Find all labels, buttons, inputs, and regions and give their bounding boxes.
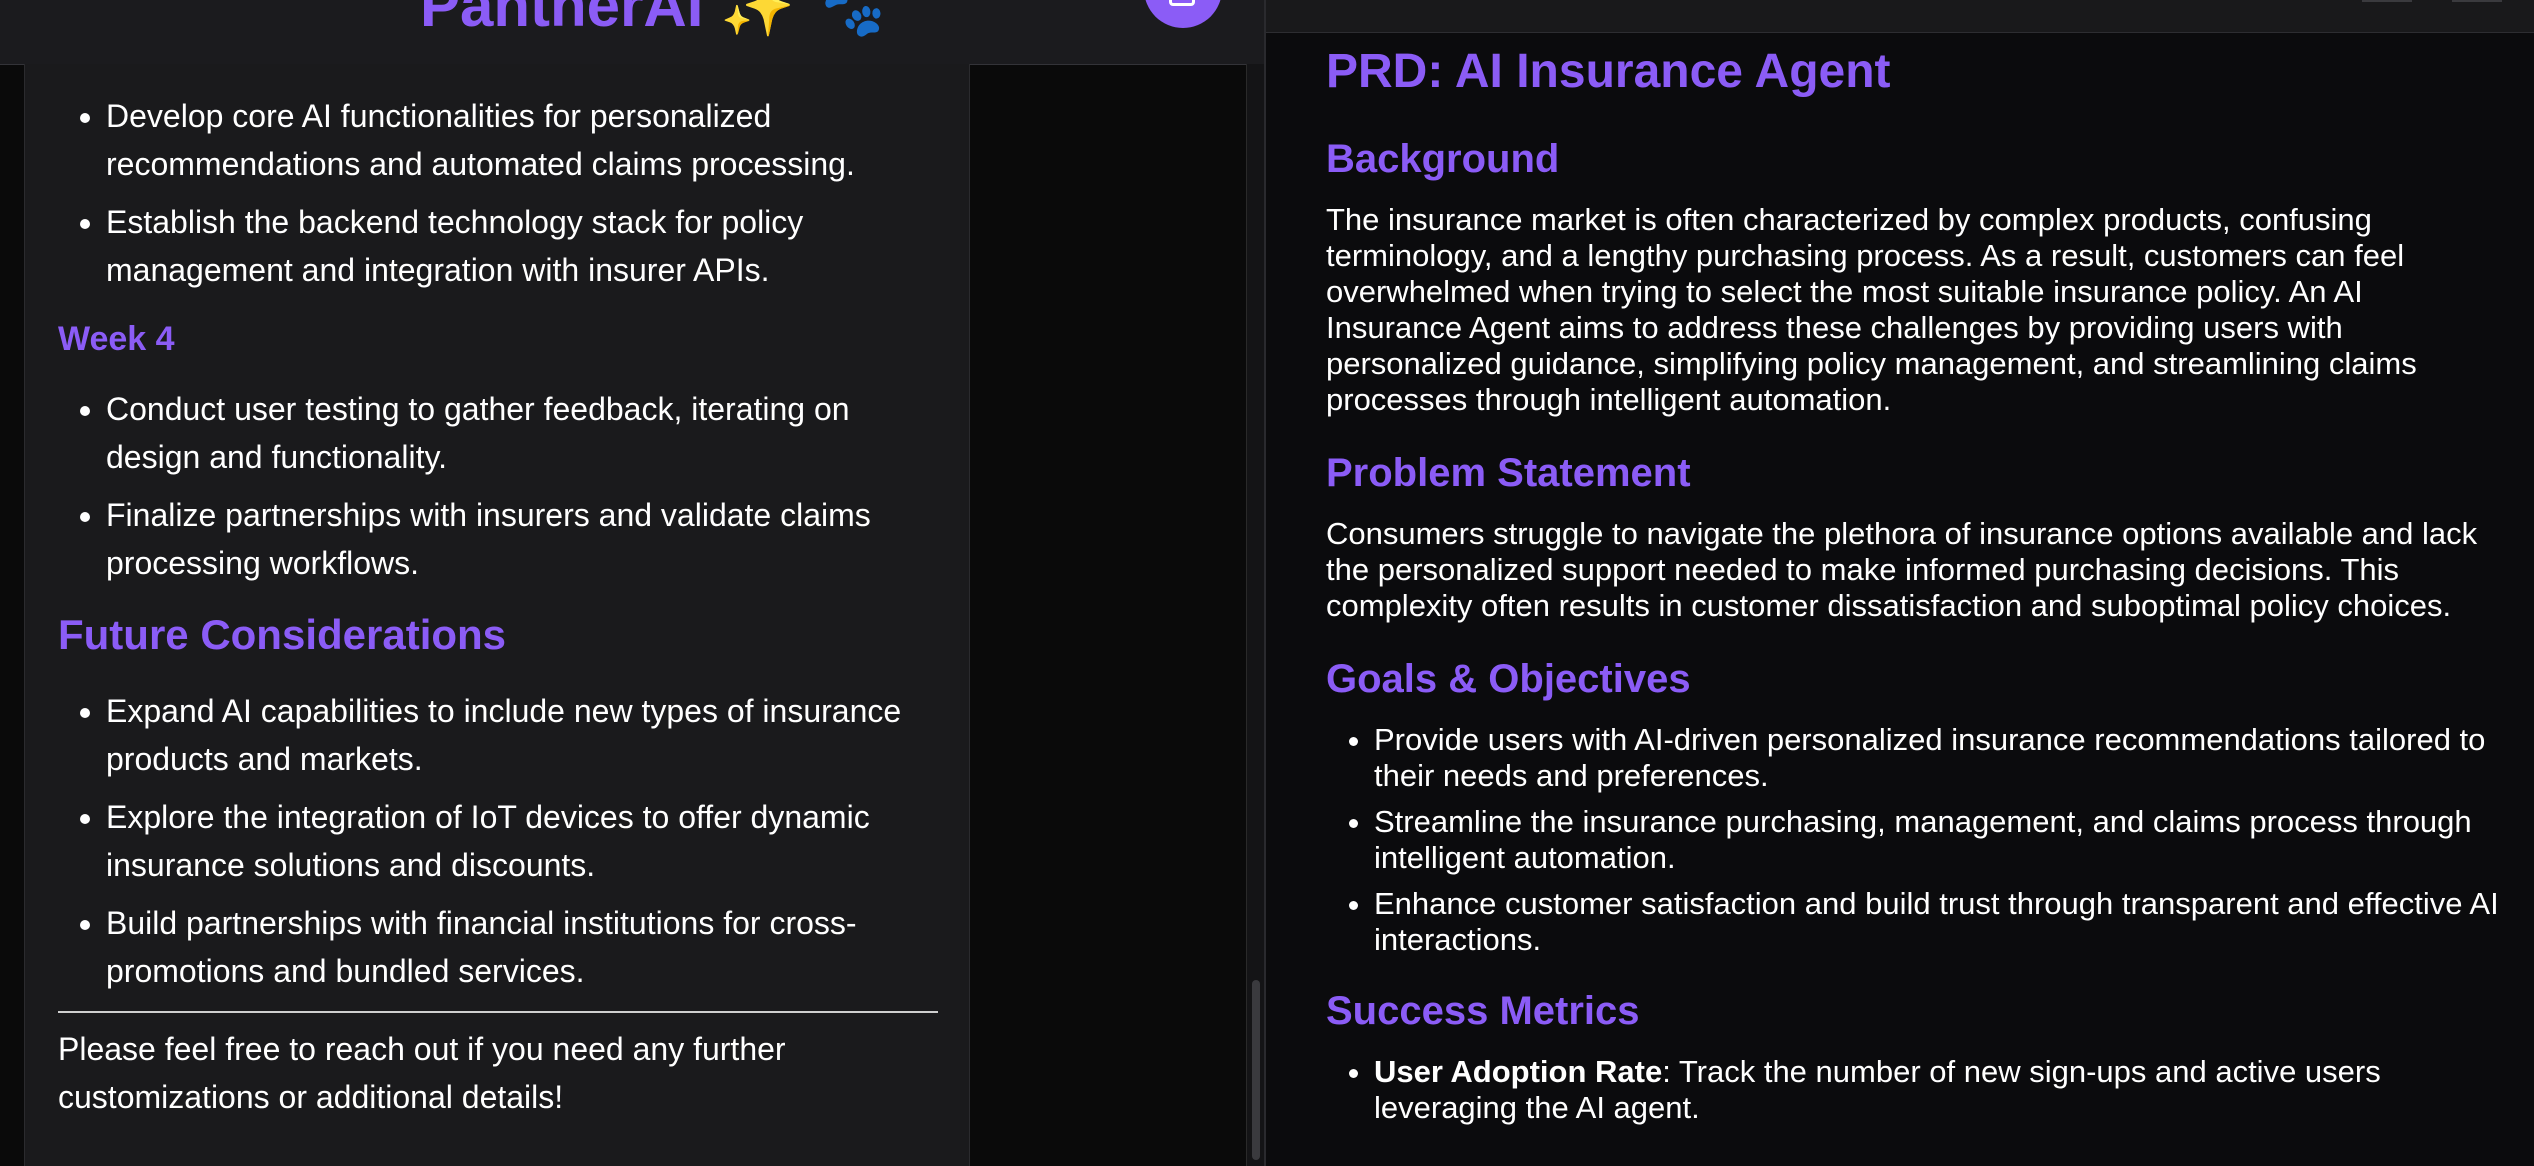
list-item: Streamline the insurance purchasing, man… (1374, 804, 2506, 876)
section-text: The insurance market is often characteri… (1326, 202, 2417, 417)
week4-list: Conduct user testing to gather feedback,… (58, 385, 938, 587)
list-item: Establish the backend technology stack f… (106, 198, 938, 294)
section-heading: Problem Statement (1326, 451, 1691, 495)
list-item: Explore the integration of IoT devices t… (106, 793, 938, 889)
list-item: Develop core AI functionalities for pers… (106, 92, 938, 188)
divider (58, 1011, 938, 1013)
prd-document: PRD: AI Insurance Agent Background The i… (1326, 44, 2506, 1154)
goals-list: Provide users with AI-driven personalize… (1326, 722, 2506, 958)
list-item: Build partnerships with financial instit… (106, 899, 938, 995)
list-item: Enhance customer satisfaction and build … (1374, 886, 2506, 958)
toolbar-button[interactable] (2452, 0, 2502, 2)
assistant-message: Develop core AI functionalities for pers… (24, 64, 970, 1166)
chat-pane: PantherAI ✨ 🐾 Develop core AI functional… (0, 0, 1265, 1166)
message-content: Develop core AI functionalities for pers… (58, 92, 938, 1121)
section-heading: Future Considerations (58, 611, 507, 658)
milestone-list: Develop core AI functionalities for pers… (58, 92, 938, 294)
section-heading: Goals & Objectives (1326, 657, 1691, 701)
section-heading: Success Metrics (1326, 989, 1640, 1033)
future-list: Expand AI capabilities to include new ty… (58, 687, 938, 995)
metric-label: User Adoption Rate (1374, 1054, 1663, 1089)
metrics-list: User Adoption Rate: Track the number of … (1326, 1054, 2506, 1126)
app-header: PantherAI ✨ 🐾 (0, 0, 1264, 65)
list-item: Provide users with AI-driven personalize… (1374, 722, 2506, 794)
scrollbar-thumb[interactable] (1252, 980, 1260, 1160)
list-item: Conduct user testing to gather feedback,… (106, 385, 938, 481)
list-item: Expand AI capabilities to include new ty… (106, 687, 938, 783)
new-chat-button[interactable] (1144, 0, 1222, 28)
section-text: Consumers struggle to navigate the pleth… (1326, 516, 2478, 623)
closing-text: Please feel free to reach out if you nee… (58, 1031, 786, 1115)
document-title: PRD: AI Insurance Agent (1326, 45, 1891, 98)
list-item: Finalize partnerships with insurers and … (106, 491, 938, 587)
document-pane: PRD: AI Insurance Agent Background The i… (1264, 0, 2534, 1166)
new-chat-icon (1169, 0, 1195, 6)
document-toolbar (1266, 0, 2534, 33)
chat-scrollbar[interactable] (1246, 64, 1265, 1166)
section-heading: Background (1326, 137, 1560, 181)
toolbar-button[interactable] (2362, 0, 2412, 2)
brand-title: PantherAI ✨ 🐾 (420, 0, 887, 39)
list-item: User Adoption Rate: Track the number of … (1374, 1054, 2506, 1126)
week-heading: Week 4 (58, 320, 175, 358)
